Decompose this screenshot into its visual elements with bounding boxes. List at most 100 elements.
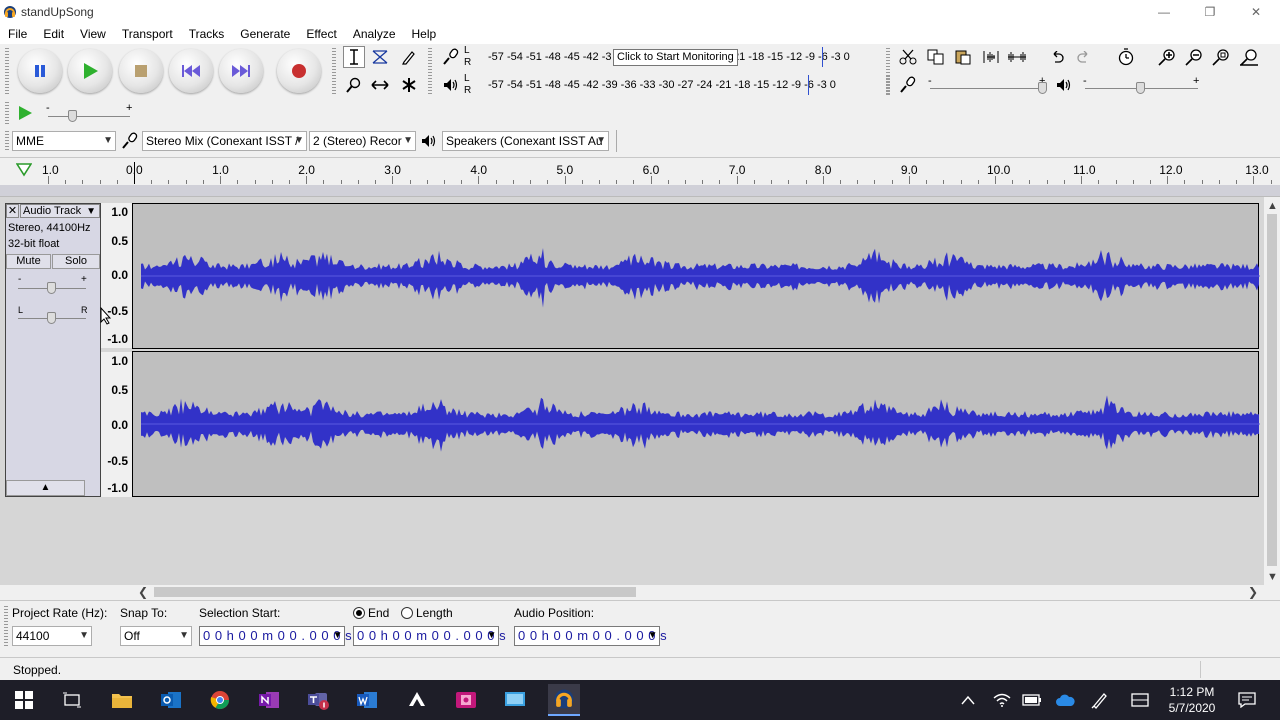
record-button[interactable]: [277, 49, 321, 93]
solo-button[interactable]: Solo: [52, 254, 100, 269]
audacity-taskbar-button[interactable]: [548, 684, 580, 716]
device-toolbar-grip[interactable]: [5, 131, 9, 151]
vertical-scroll-thumb[interactable]: [1267, 214, 1277, 566]
scroll-up-icon[interactable]: ▲: [1267, 200, 1278, 212]
scroll-right-icon[interactable]: ❯: [1248, 585, 1258, 599]
time-shift-tool-button[interactable]: [369, 74, 391, 96]
paste-button[interactable]: [952, 46, 974, 68]
chevron-down-icon[interactable]: ▼: [333, 627, 343, 645]
recording-volume-track[interactable]: [930, 88, 1045, 89]
onenote-taskbar-button[interactable]: [253, 684, 285, 716]
recording-volume-slider-thumb[interactable]: [1038, 82, 1047, 94]
selection-start-time[interactable]: 0 0 h 0 0 m 0 0 . 0 0 0 s ▼: [199, 626, 352, 646]
play-button[interactable]: [68, 49, 112, 93]
draw-tool-button[interactable]: [398, 46, 420, 68]
horizontal-scrollbar[interactable]: ❮ ❯: [138, 585, 1264, 599]
fit-selection-button[interactable]: [1210, 46, 1232, 68]
chevron-down-icon[interactable]: ▼: [487, 627, 497, 645]
menu-analyze[interactable]: Analyze: [345, 27, 404, 41]
cut-button[interactable]: [897, 46, 919, 68]
mute-button[interactable]: Mute: [6, 254, 51, 269]
zoom-in-button[interactable]: [1156, 46, 1178, 68]
start-button[interactable]: [8, 684, 40, 716]
playback-meter-button[interactable]: [440, 74, 462, 96]
length-radio-option[interactable]: Length: [401, 606, 453, 620]
restore-button[interactable]: ❐: [1187, 0, 1233, 24]
task-view-button[interactable]: [56, 684, 88, 716]
app-taskbar-button[interactable]: [401, 684, 433, 716]
audio-position-time[interactable]: 0 0 h 0 0 m 0 0 . 0 0 0 s ▼: [514, 626, 667, 646]
collapse-track-button[interactable]: ▲: [6, 480, 85, 496]
waveform-right-channel[interactable]: [132, 351, 1260, 497]
taskbar-clock[interactable]: 1:12 PM 5/7/2020: [1160, 684, 1224, 716]
gain-slider-thumb[interactable]: [47, 282, 56, 294]
timeline-scrub-band[interactable]: [0, 185, 1280, 197]
menu-effect[interactable]: Effect: [298, 27, 344, 41]
skip-to-end-button[interactable]: [219, 49, 263, 93]
file-explorer-taskbar-button[interactable]: [106, 684, 138, 716]
notifications-button[interactable]: [1231, 684, 1263, 716]
waveform-left-channel[interactable]: [132, 203, 1260, 349]
input-indicator-button[interactable]: [1124, 684, 1156, 716]
playback-volume-slider-thumb[interactable]: [1136, 82, 1145, 94]
envelope-tool-button[interactable]: [369, 46, 391, 68]
timeline-ruler[interactable]: 1.00.01.02.03.04.05.06.07.08.09.010.011.…: [0, 157, 1280, 185]
pan-slider-thumb[interactable]: [47, 312, 56, 324]
vertical-scrollbar[interactable]: ▲ ▼: [1264, 200, 1280, 583]
playback-meter-scale[interactable]: -57 -54 -51 -48 -45 -42 -39 -36 -33 -30 …: [488, 79, 836, 91]
close-button[interactable]: ✕: [1233, 0, 1279, 24]
end-radio-icon[interactable]: [353, 607, 365, 619]
teams-taskbar-button[interactable]: [302, 684, 334, 716]
selection-tool-button[interactable]: [343, 46, 365, 68]
playback-speed-slider-thumb[interactable]: [68, 110, 77, 122]
sync-lock-button[interactable]: [1115, 46, 1137, 68]
undo-button[interactable]: [1046, 46, 1068, 68]
outlook-taskbar-button[interactable]: [155, 684, 187, 716]
menu-generate[interactable]: Generate: [232, 27, 298, 41]
recording-device-select[interactable]: Stereo Mix (Conexant ISST / ▼: [142, 131, 307, 151]
trim-button[interactable]: [980, 46, 1002, 68]
redo-button[interactable]: [1073, 46, 1095, 68]
record-meter-scale-tail[interactable]: 21 -18 -15 -12 -9 -6 -3 0: [733, 51, 850, 63]
record-meter-button[interactable]: [440, 46, 462, 68]
playback-device-select[interactable]: Speakers (Conexant ISST Au ▼: [442, 131, 609, 151]
menu-edit[interactable]: Edit: [35, 27, 72, 41]
play-at-speed-grip[interactable]: [5, 102, 9, 124]
project-rate-select[interactable]: 44100 ▼: [12, 626, 92, 646]
zoom-tool-button[interactable]: [343, 74, 365, 96]
length-radio-icon[interactable]: [401, 607, 413, 619]
skip-to-start-button[interactable]: [169, 49, 213, 93]
scroll-left-icon[interactable]: ❮: [138, 585, 148, 599]
silence-button[interactable]: [1006, 46, 1028, 68]
menu-file[interactable]: File: [0, 27, 35, 41]
word-taskbar-button[interactable]: [351, 684, 383, 716]
selection-end-time[interactable]: 0 0 h 0 0 m 0 0 . 0 0 0 s ▼: [353, 626, 506, 646]
pause-button[interactable]: [18, 49, 62, 93]
snap-to-select[interactable]: Off ▼: [120, 626, 192, 646]
fit-project-button[interactable]: [1238, 46, 1260, 68]
horizontal-scroll-thumb[interactable]: [154, 587, 636, 597]
chevron-down-icon[interactable]: ▼: [648, 627, 658, 645]
selection-toolbar-grip[interactable]: [4, 606, 8, 648]
track-menu-button[interactable]: Audio Track ▼: [20, 204, 100, 218]
scroll-down-icon[interactable]: ▼: [1267, 571, 1278, 583]
menu-help[interactable]: Help: [404, 27, 445, 41]
meter-toolbar-grip[interactable]: [428, 48, 432, 96]
chrome-taskbar-button[interactable]: [204, 684, 236, 716]
stop-button[interactable]: [119, 49, 163, 93]
audio-host-select[interactable]: MME ▼: [12, 131, 116, 151]
show-hidden-icons-button[interactable]: [952, 684, 984, 716]
minimize-button[interactable]: —: [1141, 0, 1187, 24]
media-app-taskbar-button[interactable]: [450, 684, 482, 716]
recording-channels-select[interactable]: 2 (Stereo) Recor ▼: [309, 131, 416, 151]
playback-speed-track[interactable]: [48, 116, 130, 117]
copy-button[interactable]: [925, 46, 947, 68]
menu-tracks[interactable]: Tracks: [181, 27, 233, 41]
menu-view[interactable]: View: [72, 27, 114, 41]
play-at-speed-button[interactable]: [14, 102, 36, 124]
battery-button[interactable]: [1016, 684, 1048, 716]
menu-transport[interactable]: Transport: [114, 27, 181, 41]
remote-desktop-taskbar-button[interactable]: [499, 684, 531, 716]
end-radio-option[interactable]: End: [353, 606, 389, 620]
onedrive-button[interactable]: [1049, 684, 1081, 716]
